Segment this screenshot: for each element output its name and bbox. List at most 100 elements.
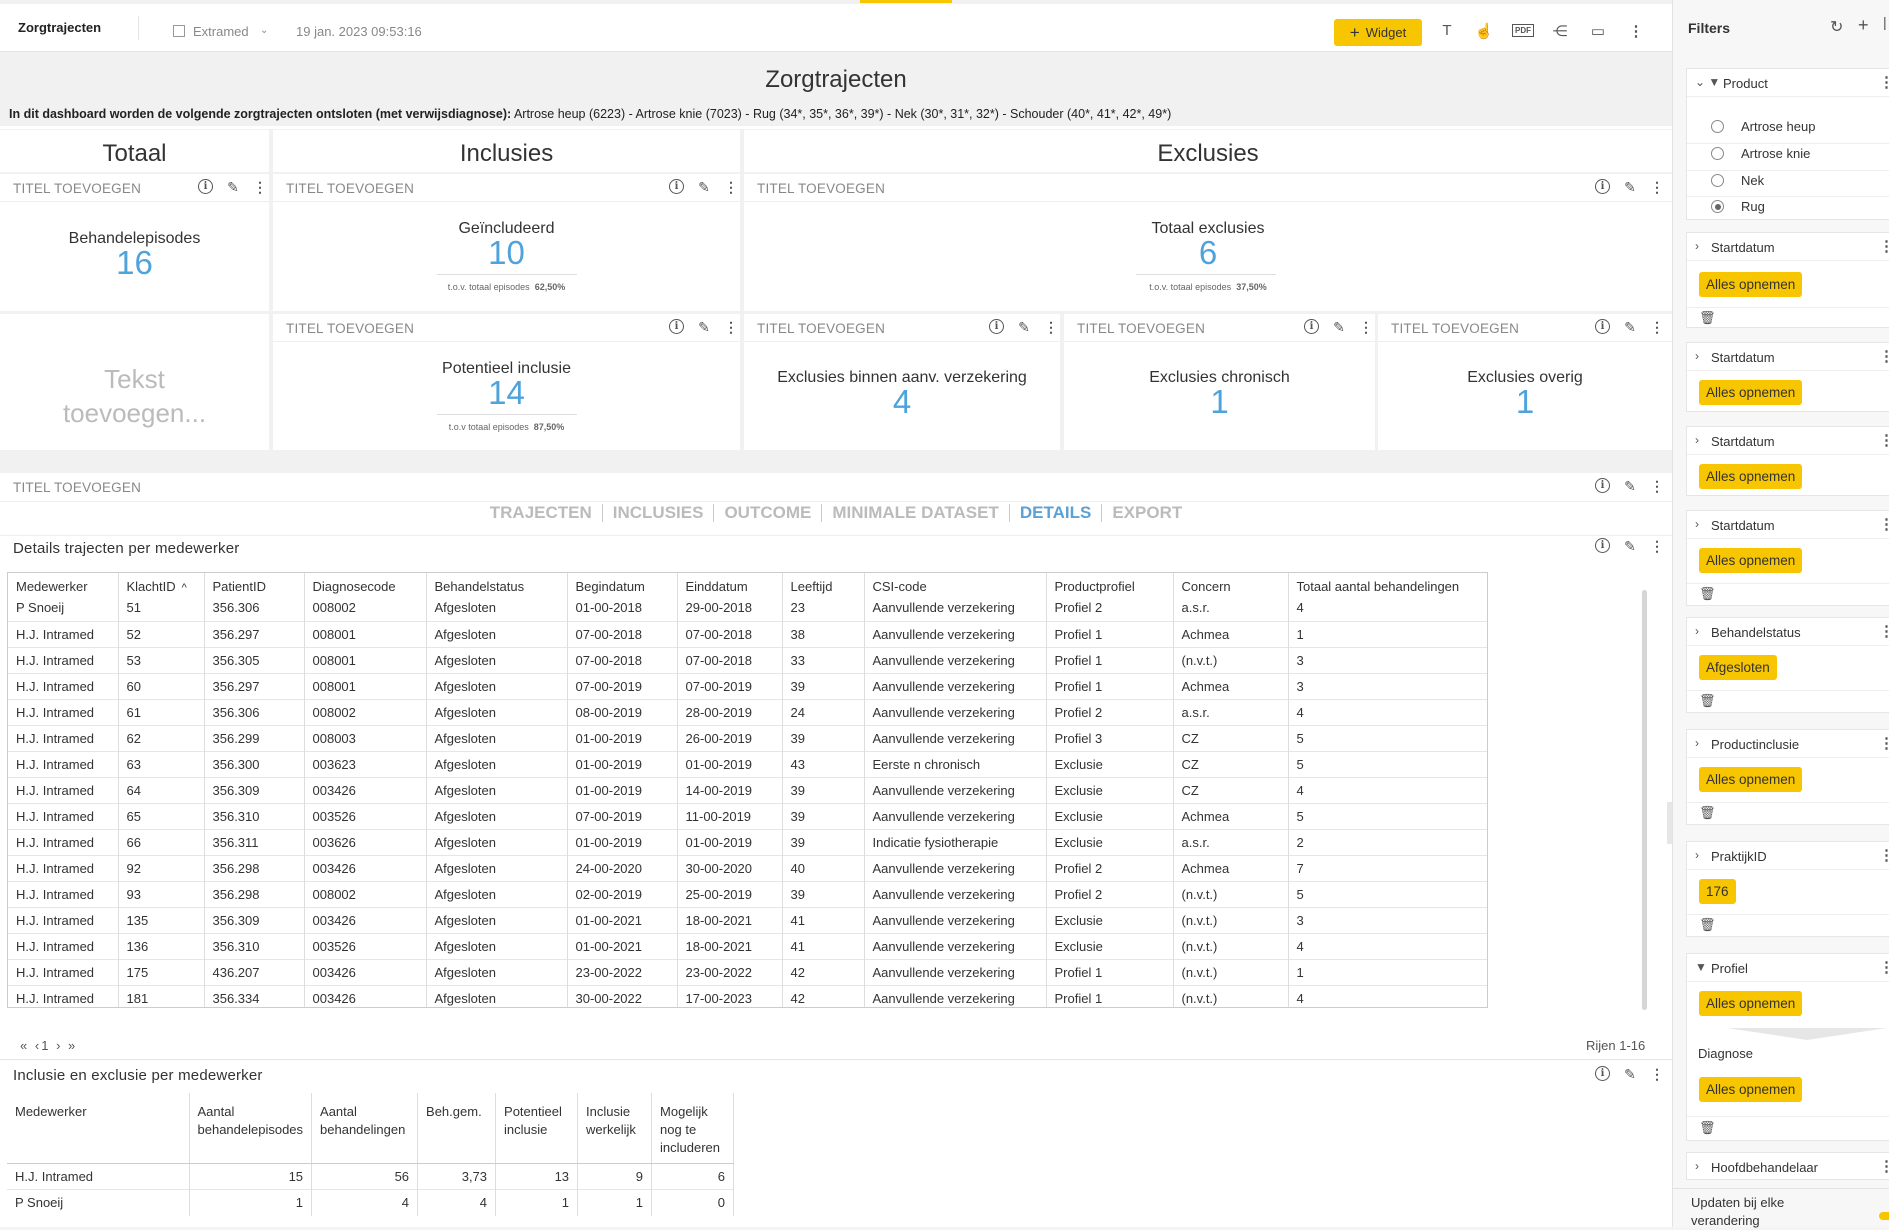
more-icon[interactable]: |	[1883, 14, 1887, 30]
chevron-down-icon[interactable]: ⌄ ▼	[1695, 75, 1720, 89]
table-row[interactable]: H.J. Intramed 181 356.334 003426 Afgesloten 3…	[8, 984, 1487, 1007]
info-icon[interactable]: i	[198, 179, 213, 194]
more-icon[interactable]: ⋮	[1879, 1157, 1889, 1175]
edit-icon[interactable]: ✎	[1622, 538, 1638, 555]
column-header[interactable]: Productprofiel	[1046, 573, 1174, 595]
column-header[interactable]: Totaal aantal behandelingen	[1288, 573, 1487, 595]
edit-icon[interactable]: ✎	[1622, 478, 1638, 495]
next-page-icon[interactable]: ›	[56, 1038, 62, 1053]
column-header[interactable]: PatientID	[204, 573, 305, 595]
filter-header[interactable]: ▼ Profiel ⋮	[1687, 954, 1889, 982]
filter-value-chip[interactable]: Alles opnemen	[1699, 464, 1803, 489]
column-header[interactable]: Medewerker	[8, 573, 119, 595]
column-header[interactable]: Aantal behandelingen	[311, 1093, 419, 1164]
sort-asc-icon[interactable]: ^	[182, 582, 187, 594]
card-title[interactable]: TITEL TOEVOEGEN	[757, 321, 885, 336]
tenant-selector[interactable]: Extramed	[193, 24, 249, 39]
info-icon[interactable]: i	[1595, 538, 1610, 553]
more-icon[interactable]: ⋮	[1879, 431, 1889, 449]
card-title[interactable]: TITEL TOEVOEGEN	[1077, 321, 1205, 336]
text-placeholder[interactable]: Tekst toevoegen...	[0, 362, 269, 430]
table-row[interactable]: H.J. Intramed 62 356.299 008003 Afgesloten 01…	[8, 724, 1487, 751]
table-row[interactable]: H.J. Intramed 63 356.300 003623 Afgesloten 01…	[8, 750, 1487, 777]
trash-icon[interactable]: 🗑	[1699, 1120, 1716, 1136]
column-header[interactable]: Mogelijk nog te includeren	[651, 1093, 735, 1164]
trash-icon[interactable]: 🗑	[1699, 693, 1716, 709]
table-row[interactable]: H.J. Intramed 136 356.310 003526 Afgesloten 0…	[8, 932, 1487, 959]
more-icon[interactable]: ⋮	[253, 179, 267, 196]
filter-value-chip[interactable]: 176	[1699, 879, 1736, 904]
filter-value-chip[interactable]: Alles opnemen	[1699, 380, 1803, 405]
more-icon[interactable]: ⋮	[1879, 73, 1889, 91]
add-widget-button[interactable]: + Widget	[1334, 19, 1422, 46]
chevron-right-icon[interactable]: ›	[1695, 848, 1699, 862]
chevron-right-icon[interactable]: ›	[1695, 239, 1699, 253]
radio-button[interactable]	[1711, 120, 1724, 133]
info-icon[interactable]: i	[1595, 319, 1610, 334]
more-icon[interactable]: ⋮	[1626, 22, 1646, 40]
filter-value-chip[interactable]: Alles opnemen	[1699, 767, 1803, 792]
info-icon[interactable]: i	[989, 319, 1004, 334]
chevron-right-icon[interactable]: ›	[1695, 736, 1699, 750]
more-icon[interactable]: ⋮	[1044, 319, 1058, 336]
pdf-icon[interactable]: PDF	[1512, 24, 1534, 37]
table-row[interactable]: H.J. Intramed 66 356.311 003626 Afgesloten 01…	[8, 828, 1487, 855]
table-row[interactable]: H.J. Intramed 175 436.207 003426 Afgesloten 2…	[8, 958, 1487, 985]
info-icon[interactable]: i	[1595, 1066, 1610, 1081]
more-icon[interactable]: ⋮	[1879, 622, 1889, 640]
radio-button-selected[interactable]	[1711, 200, 1724, 213]
filter-header[interactable]: › PraktijkID ⋮	[1687, 842, 1889, 870]
table-row[interactable]: H.J. Intramed 53 356.305 008001 Afgesloten 07…	[8, 646, 1487, 673]
card-title[interactable]: TITEL TOEVOEGEN	[757, 181, 885, 196]
table-row[interactable]: H.J. Intramed 61 356.306 008002 Afgesloten 08…	[8, 698, 1487, 725]
more-icon[interactable]: ⋮	[1879, 734, 1889, 752]
chevron-down-icon[interactable]: ⌄	[260, 25, 268, 36]
info-icon[interactable]: i	[1304, 319, 1319, 334]
more-icon[interactable]: ⋮	[1650, 179, 1664, 196]
chevron-down-icon[interactable]: ▼	[1695, 960, 1707, 974]
more-icon[interactable]: ⋮	[1879, 515, 1889, 533]
column-header[interactable]: Concern	[1173, 573, 1289, 595]
filter-header[interactable]: ⌄ ▼ Product ⋮	[1687, 69, 1889, 97]
table-row[interactable]: H.J. Intramed 15 56 3,73 13 9 6	[7, 1163, 735, 1190]
hand-icon[interactable]: ☝	[1474, 22, 1494, 40]
filter-value-chip[interactable]: Alles opnemen	[1699, 548, 1803, 573]
text-widget[interactable]: Tekst toevoegen...	[0, 314, 269, 450]
more-icon[interactable]: ⋮	[724, 179, 738, 196]
info-icon[interactable]: i	[669, 179, 684, 194]
column-header[interactable]: Begindatum	[567, 573, 678, 595]
card-title[interactable]: TITEL TOEVOEGEN	[286, 181, 414, 196]
info-icon[interactable]: i	[669, 319, 684, 334]
edit-icon[interactable]: ✎	[696, 179, 712, 196]
card-title[interactable]: TITEL TOEVOEGEN	[13, 480, 141, 495]
share-icon[interactable]: ⋲	[1550, 22, 1570, 40]
card-title[interactable]: TITEL TOEVOEGEN	[286, 321, 414, 336]
table-row[interactable]: H.J. Intramed 135 356.309 003426 Afgesloten 0…	[8, 906, 1487, 933]
text-icon[interactable]: T	[1437, 22, 1457, 39]
filter-header[interactable]: › Startdatum ⋮	[1687, 233, 1889, 261]
edit-icon[interactable]: ✎	[1622, 179, 1638, 196]
tab-trajecten[interactable]: TRAJECTEN	[480, 504, 603, 522]
trash-icon[interactable]: 🗑	[1699, 917, 1716, 933]
more-icon[interactable]: ⋮	[1650, 1066, 1664, 1083]
edit-icon[interactable]: ✎	[1016, 319, 1032, 336]
column-header[interactable]: Potentieel inclusie	[495, 1093, 579, 1164]
tab-minimale-dataset[interactable]: MINIMALE DATASET	[822, 504, 1010, 522]
filter-value-chip[interactable]: Alles opnemen	[1699, 991, 1803, 1016]
column-header[interactable]: Einddatum	[677, 573, 783, 595]
more-icon[interactable]: ⋮	[1359, 319, 1373, 336]
more-icon[interactable]: ⋮	[724, 319, 738, 336]
card-title[interactable]: TITEL TOEVOEGEN	[13, 181, 141, 196]
table-row[interactable]: H.J. Intramed 92 356.298 003426 Afgesloten 24…	[8, 854, 1487, 881]
chevron-right-icon[interactable]: ›	[1695, 349, 1699, 363]
trash-icon[interactable]: 🗑	[1699, 586, 1716, 602]
table-row[interactable]: H.J. Intramed 93 356.298 008002 Afgesloten 02…	[8, 880, 1487, 907]
first-page-icon[interactable]: «	[20, 1038, 29, 1053]
column-header[interactable]: KlachtID ^	[118, 573, 205, 595]
column-header[interactable]: Beh.gem.	[417, 1093, 497, 1164]
card-title[interactable]: TITEL TOEVOEGEN	[1391, 321, 1519, 336]
edit-icon[interactable]: ✎	[1622, 1066, 1638, 1083]
filter-header[interactable]: › Hoofdbehandelaar ⋮	[1687, 1153, 1889, 1181]
filter-value-chip[interactable]: Afgesloten	[1699, 655, 1777, 680]
column-header[interactable]: Leeftijd	[782, 573, 865, 595]
